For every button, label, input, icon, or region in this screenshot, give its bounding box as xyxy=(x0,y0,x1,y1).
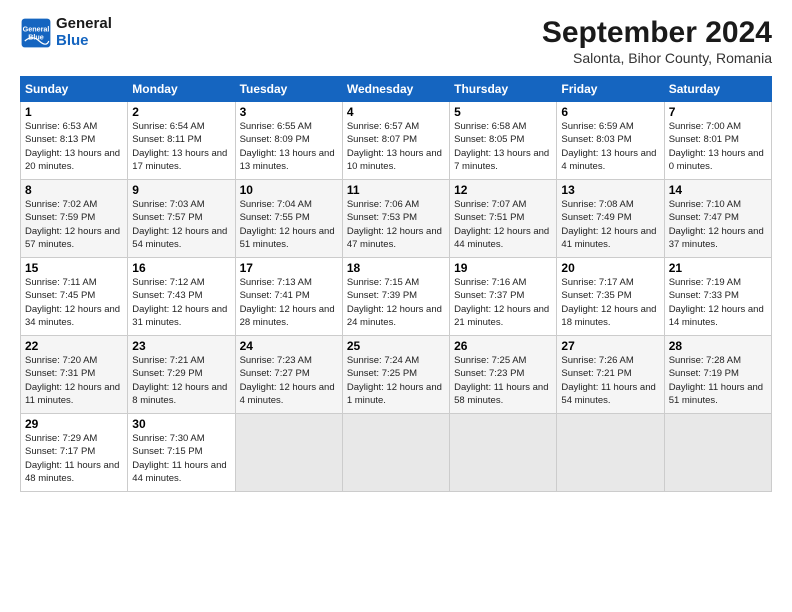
calendar-cell: 16 Sunrise: 7:12 AMSunset: 7:43 PMDaylig… xyxy=(128,258,235,336)
calendar-cell: 6 Sunrise: 6:59 AMSunset: 8:03 PMDayligh… xyxy=(557,102,664,180)
calendar-header-row: Sunday Monday Tuesday Wednesday Thursday… xyxy=(21,77,772,102)
calendar-cell: 23 Sunrise: 7:21 AMSunset: 7:29 PMDaylig… xyxy=(128,336,235,414)
table-row: 22 Sunrise: 7:20 AMSunset: 7:31 PMDaylig… xyxy=(21,336,772,414)
calendar-cell: 4 Sunrise: 6:57 AMSunset: 8:07 PMDayligh… xyxy=(342,102,449,180)
page-subtitle: Salonta, Bihor County, Romania xyxy=(542,50,772,66)
table-row: 1 Sunrise: 6:53 AMSunset: 8:13 PMDayligh… xyxy=(21,102,772,180)
calendar-cell: 18 Sunrise: 7:15 AMSunset: 7:39 PMDaylig… xyxy=(342,258,449,336)
calendar-cell: 10 Sunrise: 7:04 AMSunset: 7:55 PMDaylig… xyxy=(235,180,342,258)
header: General Blue General Blue September 2024… xyxy=(20,16,772,66)
calendar-cell-empty xyxy=(342,414,449,492)
col-wednesday: Wednesday xyxy=(342,77,449,102)
calendar-cell-empty xyxy=(450,414,557,492)
calendar-cell: 30 Sunrise: 7:30 AMSunset: 7:15 PMDaylig… xyxy=(128,414,235,492)
col-monday: Monday xyxy=(128,77,235,102)
calendar-page: General Blue General Blue September 2024… xyxy=(0,0,792,612)
calendar-cell: 20 Sunrise: 7:17 AMSunset: 7:35 PMDaylig… xyxy=(557,258,664,336)
col-friday: Friday xyxy=(557,77,664,102)
logo-icon: General Blue xyxy=(20,17,52,49)
calendar-cell: 3 Sunrise: 6:55 AMSunset: 8:09 PMDayligh… xyxy=(235,102,342,180)
table-row: 15 Sunrise: 7:11 AMSunset: 7:45 PMDaylig… xyxy=(21,258,772,336)
page-title: September 2024 xyxy=(542,16,772,50)
table-row: 29 Sunrise: 7:29 AMSunset: 7:17 PMDaylig… xyxy=(21,414,772,492)
calendar-cell: 12 Sunrise: 7:07 AMSunset: 7:51 PMDaylig… xyxy=(450,180,557,258)
col-saturday: Saturday xyxy=(664,77,771,102)
calendar-cell: 19 Sunrise: 7:16 AMSunset: 7:37 PMDaylig… xyxy=(450,258,557,336)
calendar-cell: 7 Sunrise: 7:00 AMSunset: 8:01 PMDayligh… xyxy=(664,102,771,180)
calendar-cell: 21 Sunrise: 7:19 AMSunset: 7:33 PMDaylig… xyxy=(664,258,771,336)
calendar-cell: 1 Sunrise: 6:53 AMSunset: 8:13 PMDayligh… xyxy=(21,102,128,180)
calendar-cell-empty xyxy=(664,414,771,492)
table-row: 8 Sunrise: 7:02 AMSunset: 7:59 PMDayligh… xyxy=(21,180,772,258)
calendar-cell: 8 Sunrise: 7:02 AMSunset: 7:59 PMDayligh… xyxy=(21,180,128,258)
calendar-cell-empty xyxy=(235,414,342,492)
logo-text: General Blue xyxy=(56,16,112,49)
calendar-cell: 5 Sunrise: 6:58 AMSunset: 8:05 PMDayligh… xyxy=(450,102,557,180)
logo: General Blue General Blue xyxy=(20,16,112,49)
calendar-cell: 29 Sunrise: 7:29 AMSunset: 7:17 PMDaylig… xyxy=(21,414,128,492)
calendar-cell: 27 Sunrise: 7:26 AMSunset: 7:21 PMDaylig… xyxy=(557,336,664,414)
svg-text:Blue: Blue xyxy=(28,32,44,41)
col-tuesday: Tuesday xyxy=(235,77,342,102)
calendar-cell: 26 Sunrise: 7:25 AMSunset: 7:23 PMDaylig… xyxy=(450,336,557,414)
calendar-cell: 11 Sunrise: 7:06 AMSunset: 7:53 PMDaylig… xyxy=(342,180,449,258)
calendar-cell: 9 Sunrise: 7:03 AMSunset: 7:57 PMDayligh… xyxy=(128,180,235,258)
calendar-cell: 25 Sunrise: 7:24 AMSunset: 7:25 PMDaylig… xyxy=(342,336,449,414)
calendar-cell-empty xyxy=(557,414,664,492)
calendar-cell: 13 Sunrise: 7:08 AMSunset: 7:49 PMDaylig… xyxy=(557,180,664,258)
calendar-cell: 15 Sunrise: 7:11 AMSunset: 7:45 PMDaylig… xyxy=(21,258,128,336)
title-block: September 2024 Salonta, Bihor County, Ro… xyxy=(542,16,772,66)
calendar-cell: 24 Sunrise: 7:23 AMSunset: 7:27 PMDaylig… xyxy=(235,336,342,414)
calendar-cell: 22 Sunrise: 7:20 AMSunset: 7:31 PMDaylig… xyxy=(21,336,128,414)
calendar-table: Sunday Monday Tuesday Wednesday Thursday… xyxy=(20,76,772,492)
calendar-cell: 2 Sunrise: 6:54 AMSunset: 8:11 PMDayligh… xyxy=(128,102,235,180)
calendar-cell: 28 Sunrise: 7:28 AMSunset: 7:19 PMDaylig… xyxy=(664,336,771,414)
col-sunday: Sunday xyxy=(21,77,128,102)
calendar-cell: 14 Sunrise: 7:10 AMSunset: 7:47 PMDaylig… xyxy=(664,180,771,258)
calendar-cell: 17 Sunrise: 7:13 AMSunset: 7:41 PMDaylig… xyxy=(235,258,342,336)
col-thursday: Thursday xyxy=(450,77,557,102)
